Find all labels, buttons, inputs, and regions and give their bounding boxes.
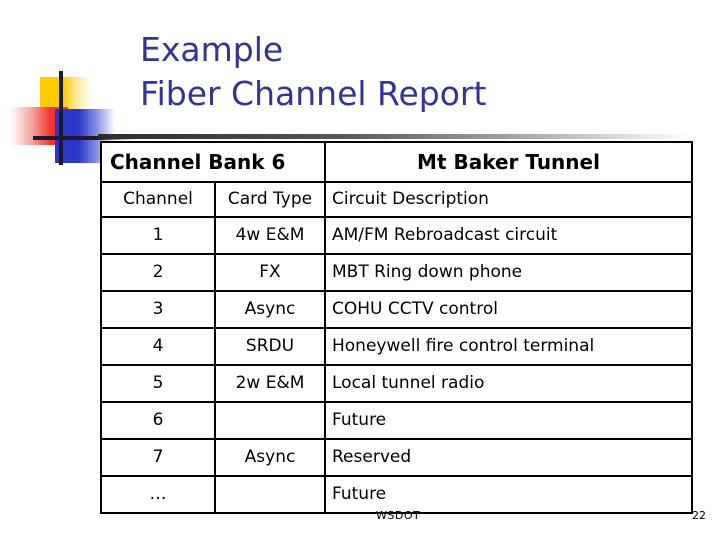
table-row: … Future: [100, 475, 693, 514]
red-square-icon: [10, 107, 68, 145]
cell-channel: 4: [100, 327, 216, 366]
cell-card-type: [214, 475, 326, 514]
crosshair-horizontal-icon: [33, 136, 95, 140]
cell-card-type: 4w E&M: [214, 216, 326, 255]
cell-channel: …: [100, 475, 216, 514]
cell-description: Future: [324, 475, 693, 514]
cell-channel: 2: [100, 253, 216, 292]
group-header-tunnel: Mt Baker Tunnel: [324, 141, 693, 183]
table-column-header-row: Channel Card Type Circuit Description: [100, 181, 693, 218]
table-row: 6 Future: [100, 401, 693, 440]
cell-description: Local tunnel radio: [324, 364, 693, 403]
footer-organization: WSDOT: [376, 509, 421, 522]
group-header-channel-bank: Channel Bank 6: [100, 141, 326, 183]
cell-card-type: 2w E&M: [214, 364, 326, 403]
cell-description: Reserved: [324, 438, 693, 477]
cell-card-type: [214, 401, 326, 440]
table-row: 3 Async COHU CCTV control: [100, 290, 693, 329]
crosshair-vertical-icon: [59, 71, 63, 165]
cell-channel: 6: [100, 401, 216, 440]
table-row: 2 FX MBT Ring down phone: [100, 253, 693, 292]
footer-page-number: 22: [692, 509, 706, 522]
slide: Example Fiber Channel Report Channel Ban…: [0, 0, 720, 540]
cell-channel: 1: [100, 216, 216, 255]
cell-description: Honeywell fire control terminal: [324, 327, 693, 366]
column-header-channel: Channel: [100, 181, 216, 218]
cell-card-type: Async: [214, 438, 326, 477]
column-header-card-type: Card Type: [214, 181, 326, 218]
fiber-channel-report-table: Channel Bank 6 Mt Baker Tunnel Channel C…: [100, 141, 693, 514]
cell-description: COHU CCTV control: [324, 290, 693, 329]
table-row: 1 4w E&M AM/FM Rebroadcast circuit: [100, 216, 693, 255]
table-row: 5 2w E&M Local tunnel radio: [100, 364, 693, 403]
cell-card-type: FX: [214, 253, 326, 292]
cell-channel: 7: [100, 438, 216, 477]
table-row: 7 Async Reserved: [100, 438, 693, 477]
cell-description: AM/FM Rebroadcast circuit: [324, 216, 693, 255]
page-title-line-2: Fiber Channel Report: [140, 74, 487, 113]
page-title: Example Fiber Channel Report: [140, 28, 700, 116]
column-header-circuit-description: Circuit Description: [324, 181, 693, 218]
table-group-header-row: Channel Bank 6 Mt Baker Tunnel: [100, 141, 693, 183]
cell-card-type: Async: [214, 290, 326, 329]
cell-description: MBT Ring down phone: [324, 253, 693, 292]
cell-channel: 5: [100, 364, 216, 403]
report-table-container: Channel Bank 6 Mt Baker Tunnel Channel C…: [100, 141, 693, 514]
page-title-line-1: Example: [140, 30, 284, 69]
cell-channel: 3: [100, 290, 216, 329]
cell-description: Future: [324, 401, 693, 440]
table-row: 4 SRDU Honeywell fire control terminal: [100, 327, 693, 366]
yellow-square-icon: [40, 77, 92, 122]
title-divider: [98, 134, 694, 139]
cell-card-type: SRDU: [214, 327, 326, 366]
table-body: 1 4w E&M AM/FM Rebroadcast circuit 2 FX …: [100, 216, 693, 514]
